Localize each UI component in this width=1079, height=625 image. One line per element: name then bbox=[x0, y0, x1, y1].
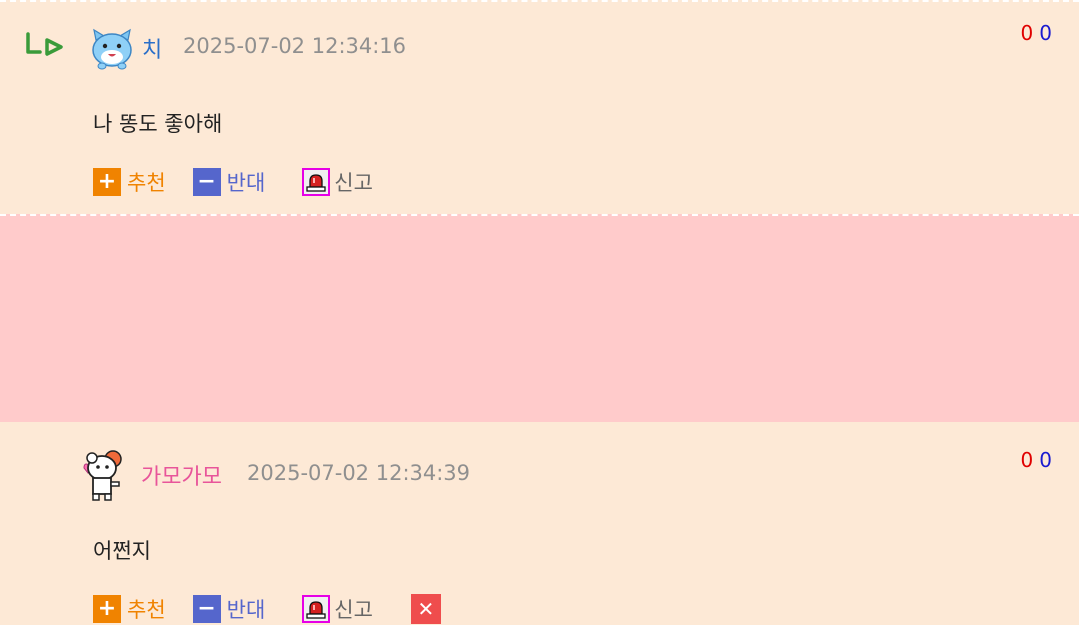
avatar[interactable] bbox=[80, 446, 126, 502]
siren-icon bbox=[302, 168, 331, 196]
comment-item: 가모가모 2025-07-02 12:34:39 00 어쩐지 + 추천 − 반… bbox=[0, 214, 1079, 624]
minus-icon: − bbox=[192, 168, 221, 196]
timestamp: 2025-07-02 12:34:39 bbox=[247, 461, 471, 485]
report-label: 신고 bbox=[334, 171, 373, 195]
close-icon: ✕ bbox=[410, 594, 441, 624]
recommend-button[interactable]: + 추천 bbox=[93, 167, 166, 197]
nickname[interactable]: 가모가모 bbox=[141, 459, 222, 491]
report-label: 신고 bbox=[334, 598, 373, 622]
oppose-button[interactable]: − 반대 bbox=[192, 167, 266, 197]
comment-text: 나 똥도 좋아해 bbox=[93, 112, 223, 136]
oppose-label: 반대 bbox=[226, 598, 266, 622]
oppose-label: 반대 bbox=[226, 171, 266, 195]
comment-actions: + 추천 − 반대 신고 bbox=[93, 166, 373, 198]
vote-count: 00 bbox=[1021, 21, 1052, 45]
upvote-count: 0 bbox=[1020, 448, 1034, 472]
oppose-button[interactable]: − 반대 bbox=[192, 594, 266, 624]
downvote-count: 0 bbox=[1039, 21, 1052, 45]
upvote-count: 0 bbox=[1020, 21, 1034, 45]
nickname[interactable]: 치 bbox=[142, 32, 162, 64]
delete-button[interactable]: ✕ bbox=[410, 594, 441, 624]
comment-actions: + 추천 − 반대 신고 ✕ bbox=[93, 593, 441, 625]
report-button[interactable]: 신고 bbox=[302, 594, 373, 624]
plus-icon: + bbox=[93, 168, 121, 196]
comment-item: 치 2025-07-02 12:34:16 00 나 똥도 좋아해 + 추천 −… bbox=[0, 0, 1079, 214]
siren-icon bbox=[302, 595, 331, 623]
plus-icon: + bbox=[93, 595, 121, 623]
vote-count: 00 bbox=[1021, 448, 1052, 472]
recommend-label: 추천 bbox=[127, 598, 166, 622]
comment-text: 어쩐지 bbox=[93, 539, 151, 563]
recommend-label: 추천 bbox=[127, 171, 166, 195]
minus-icon: − bbox=[192, 595, 221, 623]
report-button[interactable]: 신고 bbox=[302, 167, 373, 197]
timestamp: 2025-07-02 12:34:16 bbox=[183, 34, 407, 58]
reply-arrow-icon bbox=[26, 32, 63, 56]
downvote-count: 0 bbox=[1039, 448, 1052, 472]
recommend-button[interactable]: + 추천 bbox=[93, 594, 166, 624]
avatar[interactable] bbox=[90, 26, 134, 70]
